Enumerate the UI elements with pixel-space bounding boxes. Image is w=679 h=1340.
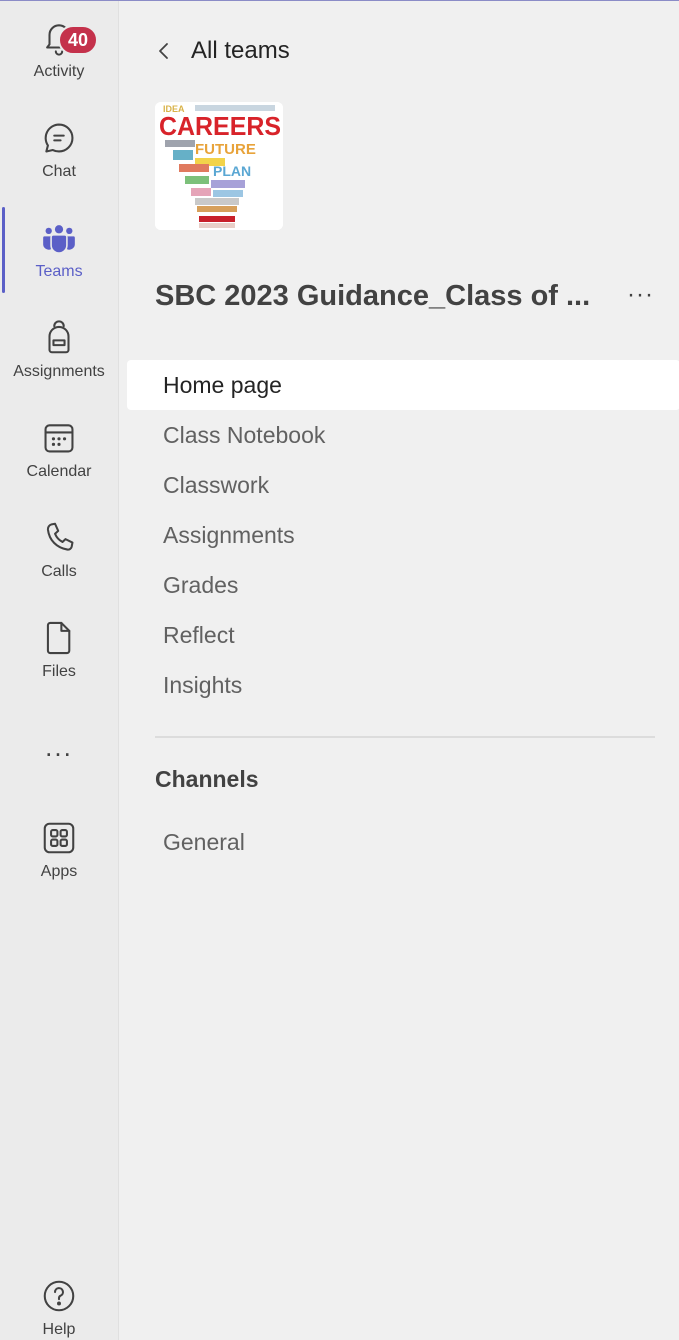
rail-item-teams[interactable]: Teams bbox=[0, 219, 118, 281]
apps-icon bbox=[43, 822, 75, 854]
nav-item-grades[interactable]: Grades bbox=[127, 560, 679, 610]
chevron-left-icon bbox=[159, 43, 168, 59]
rail-item-calls[interactable]: Calls bbox=[0, 519, 118, 581]
nav-item-insights[interactable]: Insights bbox=[127, 660, 679, 710]
nav-item-home-page[interactable]: Home page bbox=[127, 360, 679, 410]
rail-item-help[interactable]: Help bbox=[0, 1277, 118, 1339]
backpack-icon bbox=[48, 320, 70, 354]
rail-item-chat[interactable]: Chat bbox=[0, 119, 118, 181]
careers-lightbulb-image: IDEA CAREERS FUTURE PLAN bbox=[155, 102, 283, 230]
rail-item-label: Calendar bbox=[26, 463, 92, 480]
app-rail: Activity 40 Chat Teams Assignments Calen… bbox=[0, 1, 119, 1340]
rail-item-label: Teams bbox=[35, 263, 83, 280]
chat-icon bbox=[44, 123, 74, 153]
channel-list: General bbox=[127, 817, 679, 867]
channel-item-general[interactable]: General bbox=[127, 817, 679, 867]
calendar-icon bbox=[44, 424, 74, 453]
rail-item-apps[interactable]: Apps bbox=[0, 819, 118, 881]
rail-item-label: Files bbox=[42, 663, 76, 680]
rail-item-activity[interactable]: Activity 40 bbox=[0, 19, 118, 81]
team-name: SBC 2023 Guidance_Class of ... bbox=[155, 280, 591, 312]
nav-item-class-notebook[interactable]: Class Notebook bbox=[127, 410, 679, 460]
rail-item-label: Apps bbox=[40, 863, 78, 880]
help-icon bbox=[43, 1280, 75, 1312]
rail-item-label: Activity bbox=[33, 63, 85, 80]
team-panel: All teams IDEA CAREERS FUTURE PLAN SBC 2… bbox=[119, 1, 679, 1340]
more-apps-icon[interactable]: ... bbox=[0, 734, 118, 760]
nav-item-reflect[interactable]: Reflect bbox=[127, 610, 679, 660]
rail-item-assignments[interactable]: Assignments bbox=[0, 319, 118, 381]
rail-item-calendar[interactable]: Calendar bbox=[0, 419, 118, 481]
team-nav: Home page Class Notebook Classwork Assig… bbox=[127, 360, 679, 710]
all-teams-link[interactable]: All teams bbox=[157, 37, 290, 65]
rail-item-files[interactable]: Files bbox=[0, 619, 118, 681]
logo-word: PLAN bbox=[213, 163, 251, 179]
nav-item-assignments[interactable]: Assignments bbox=[127, 510, 679, 560]
team-logo[interactable]: IDEA CAREERS FUTURE PLAN bbox=[155, 102, 283, 230]
logo-text: CAREERS bbox=[159, 111, 281, 141]
all-teams-label: All teams bbox=[191, 37, 290, 64]
file-icon bbox=[46, 621, 71, 655]
rail-item-label: Calls bbox=[41, 563, 77, 580]
section-divider bbox=[155, 736, 655, 738]
more-options-icon[interactable]: ··· bbox=[627, 281, 654, 309]
rail-item-label: Assignments bbox=[13, 363, 105, 380]
rail-item-label: Help bbox=[42, 1321, 76, 1338]
nav-item-classwork[interactable]: Classwork bbox=[127, 460, 679, 510]
phone-icon bbox=[46, 522, 74, 551]
channels-heading: Channels bbox=[155, 766, 259, 792]
teams-icon bbox=[43, 225, 75, 253]
teams-app: Activity 40 Chat Teams Assignments Calen… bbox=[0, 0, 679, 1340]
notification-badge: 40 bbox=[58, 25, 98, 55]
rail-item-label: Chat bbox=[42, 163, 76, 180]
logo-word: FUTURE bbox=[195, 141, 256, 158]
